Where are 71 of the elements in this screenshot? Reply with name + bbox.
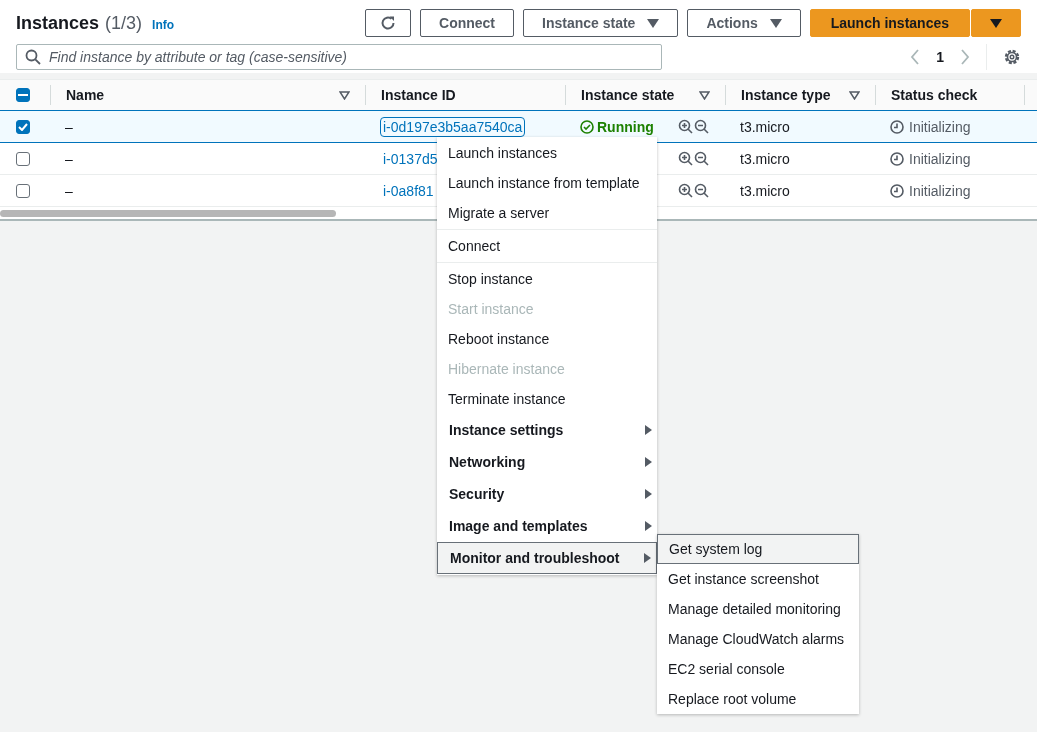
filter-icon[interactable] <box>699 90 710 100</box>
menu-item[interactable]: Terminate instance <box>437 384 657 414</box>
column-header[interactable]: Instance type <box>725 85 875 105</box>
page-title: Instances <box>16 12 100 34</box>
refresh-button[interactable] <box>365 9 411 37</box>
select-all-checkbox[interactable] <box>16 88 30 102</box>
menu-item[interactable]: Networking <box>437 446 657 478</box>
menu-item[interactable]: Get system log <box>657 534 859 564</box>
column-header[interactable]: Name <box>50 85 365 105</box>
table-cell: t3.micro <box>740 182 790 199</box>
row-checkbox[interactable] <box>16 151 30 166</box>
clock-icon <box>890 119 904 134</box>
instance-id-link[interactable]: i-0d197e3b5aa7540ca <box>380 116 526 137</box>
search-icon <box>25 49 41 65</box>
caret-right-icon <box>645 425 652 435</box>
menu-item[interactable]: Security <box>437 478 657 510</box>
caret-right-icon <box>644 553 651 563</box>
table-cell: – <box>65 118 73 135</box>
row-checkbox[interactable] <box>16 119 30 134</box>
table-cell: t3.micro <box>740 118 790 135</box>
settings-icon[interactable] <box>1003 48 1021 66</box>
clock-icon <box>890 151 904 166</box>
menu-item[interactable]: Connect <box>437 231 657 261</box>
menu-item[interactable]: Instance settings <box>437 414 657 446</box>
refresh-icon <box>379 14 397 32</box>
table-cell: – <box>65 150 73 167</box>
filter-icon[interactable] <box>849 90 860 100</box>
status-initializing: Initializing <box>890 118 971 135</box>
row-checkbox[interactable] <box>16 183 30 198</box>
clock-icon <box>890 183 904 198</box>
menu-item[interactable]: Migrate a server <box>437 198 657 228</box>
selection-count: (1/3) <box>105 12 143 34</box>
status-initializing: Initializing <box>890 150 971 167</box>
page-number[interactable]: 1 <box>936 49 944 65</box>
caret-right-icon <box>645 521 652 531</box>
menu-item[interactable]: Replace root volume <box>657 684 859 714</box>
status-initializing: Initializing <box>890 182 971 199</box>
table-cell: – <box>65 182 73 199</box>
instance-id-link[interactable]: i-0a8f81 <box>380 180 437 201</box>
menu-item[interactable]: Stop instance <box>437 264 657 294</box>
dropdown-button[interactable]: Instance state <box>523 9 679 37</box>
search-field[interactable]: Find instance by attribute or tag (case-sensitive) <box>16 44 662 70</box>
status-running: Running <box>580 118 654 135</box>
caret-right-icon <box>645 457 652 467</box>
caret-icon <box>769 18 782 28</box>
zoom-icon[interactable] <box>678 182 710 199</box>
connect-button[interactable]: Connect <box>420 9 514 37</box>
menu-item[interactable]: Reboot instance <box>437 324 657 354</box>
menu-item[interactable]: Get instance screenshot <box>657 564 859 594</box>
launch-dropdown-button[interactable] <box>971 9 1021 37</box>
launch-button[interactable]: Launch instances <box>809 9 970 37</box>
caret-right-icon <box>645 489 652 499</box>
filter-icon[interactable] <box>339 90 350 100</box>
dropdown-button[interactable]: Actions <box>687 9 801 37</box>
caret-icon <box>647 18 660 28</box>
menu-item[interactable]: Image and templates <box>437 510 657 542</box>
column-header[interactable]: Status check <box>875 85 1025 105</box>
menu-item[interactable]: Monitor and troubleshoot <box>437 542 657 574</box>
zoom-icon[interactable] <box>678 118 710 135</box>
table-cell: t3.micro <box>740 150 790 167</box>
column-header[interactable]: Instance state <box>565 85 725 105</box>
info-link[interactable]: Info <box>152 17 175 32</box>
scrollbar-thumb[interactable] <box>0 210 336 217</box>
menu-item[interactable]: Launch instance from template <box>437 168 657 198</box>
caret-icon <box>990 18 1002 28</box>
zoom-icon[interactable] <box>678 150 710 167</box>
menu-item[interactable]: Manage CloudWatch alarms <box>657 624 859 654</box>
column-header[interactable]: Instance ID <box>365 85 565 105</box>
menu-item[interactable]: Manage detailed monitoring <box>657 594 859 624</box>
menu-item[interactable]: EC2 serial console <box>657 654 859 684</box>
check-circle-icon <box>580 119 594 134</box>
